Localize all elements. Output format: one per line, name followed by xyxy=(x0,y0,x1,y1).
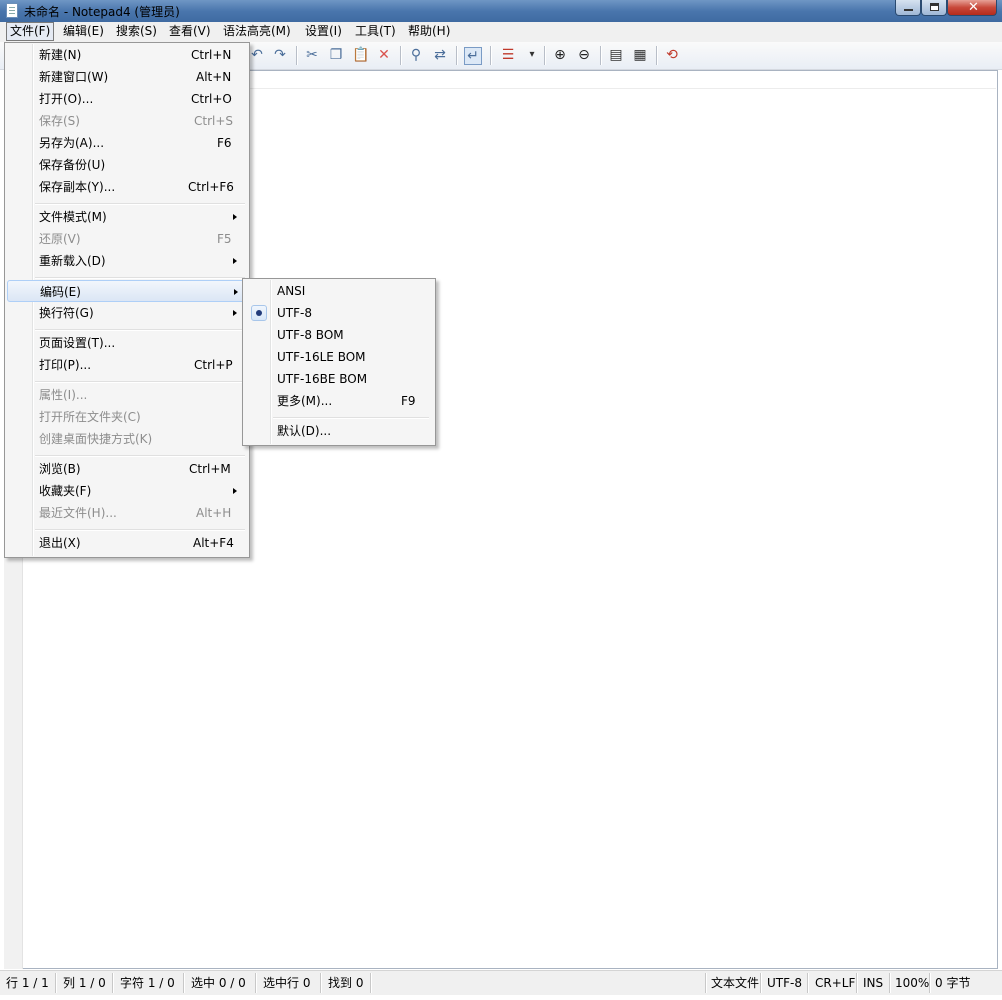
menu-item-properties[interactable]: 属性(I)... xyxy=(7,384,247,406)
menu-item-line-ending[interactable]: 换行符(G) xyxy=(7,302,247,324)
menu-item-reload[interactable]: 重新载入(D) xyxy=(7,250,247,272)
menu-item-recent-files[interactable]: 最近文件(H)... Alt+H xyxy=(7,502,247,524)
file-menu: 新建(N) Ctrl+N 新建窗口(W) Alt+N 打开(O)... Ctrl+O … xyxy=(4,42,250,558)
find-icon[interactable]: ⚲ xyxy=(408,47,424,63)
zoom-in-icon[interactable]: ⊕ xyxy=(552,47,568,63)
status-insert-mode[interactable]: INS xyxy=(863,975,883,991)
menu-item-browse[interactable]: 浏览(B) Ctrl+M xyxy=(7,458,247,480)
status-line-ending[interactable]: CR+LF xyxy=(815,975,855,991)
close-button[interactable]: ✕ xyxy=(947,0,997,16)
dropdown-icon[interactable]: ▾ xyxy=(524,47,540,63)
submenu-arrow-icon xyxy=(233,310,237,316)
submenu-arrow-icon xyxy=(233,214,237,220)
encoding-utf16le-bom[interactable]: UTF-16LE BOM xyxy=(245,346,433,368)
status-bar: 行 1 / 1 列 1 / 0 字符 1 / 0 选中 0 / 0 选中行 0 … xyxy=(0,970,1002,995)
encoding-utf8-bom[interactable]: UTF-8 BOM xyxy=(245,324,433,346)
window-title: 未命名 - Notepad4 (管理员) xyxy=(24,5,180,19)
encoding-utf16be-bom[interactable]: UTF-16BE BOM xyxy=(245,368,433,390)
menu-bar: 文件(F) 编辑(E) 搜索(S) 查看(V) 语法高亮(M) 设置(I) 工具… xyxy=(0,22,1002,43)
settings-icon[interactable]: ▦ xyxy=(632,47,648,63)
menu-help[interactable]: 帮助(H) xyxy=(405,23,453,40)
menu-search[interactable]: 搜索(S) xyxy=(113,23,160,40)
exit-icon[interactable]: ⟲ xyxy=(664,47,680,63)
status-zoom[interactable]: 100% xyxy=(895,975,929,991)
submenu-arrow-icon xyxy=(233,258,237,264)
menu-item-save-as[interactable]: 另存为(A)... F6 xyxy=(7,132,247,154)
encoding-submenu: ANSI UTF-8 UTF-8 BOM UTF-16LE BOM UTF-16… xyxy=(242,278,436,446)
menu-edit[interactable]: 编辑(E) xyxy=(60,23,107,40)
menu-tools[interactable]: 工具(T) xyxy=(352,23,399,40)
submenu-arrow-icon xyxy=(234,289,238,295)
replace-icon[interactable]: ⇄ xyxy=(432,47,448,63)
menu-file[interactable]: 文件(F) xyxy=(6,22,55,41)
menu-item-file-mode[interactable]: 文件模式(M) xyxy=(7,206,247,228)
redo-icon[interactable]: ↷ xyxy=(272,47,288,63)
menu-item-open-folder[interactable]: 打开所在文件夹(C) xyxy=(7,406,247,428)
encoding-default[interactable]: 默认(D)... xyxy=(245,420,433,442)
menu-item-encoding[interactable]: 编码(E) xyxy=(7,280,247,302)
menu-item-save[interactable]: 保存(S) Ctrl+S xyxy=(7,110,247,132)
status-column: 列 1 / 0 xyxy=(63,976,106,990)
status-file-type[interactable]: 文本文件 xyxy=(711,975,759,991)
menu-item-desktop-shortcut[interactable]: 创建桌面快捷方式(K) xyxy=(7,428,247,450)
maximize-icon xyxy=(930,3,939,11)
menu-item-revert[interactable]: 还原(V) F5 xyxy=(7,228,247,250)
status-char: 字符 1 / 0 xyxy=(120,976,175,990)
menu-item-new[interactable]: 新建(N) Ctrl+N xyxy=(7,44,247,66)
menu-item-page-setup[interactable]: 页面设置(T)... xyxy=(7,332,247,354)
title-bar: 未命名 - Notepad4 (管理员) ✕ xyxy=(0,0,1002,22)
status-encoding[interactable]: UTF-8 xyxy=(767,975,802,991)
word-wrap-icon[interactable]: ↵ xyxy=(464,47,482,65)
cut-icon[interactable]: ✂ xyxy=(304,47,320,63)
menu-item-save-backup[interactable]: 保存备份(U) xyxy=(7,154,247,176)
status-found: 找到 0 xyxy=(328,976,364,990)
status-selection: 选中 0 / 0 xyxy=(191,976,246,990)
menu-syntax[interactable]: 语法高亮(M) xyxy=(220,23,294,40)
scheme-icon[interactable]: ☰ xyxy=(500,47,516,63)
view-icon[interactable]: ▤ xyxy=(608,47,624,63)
menu-view[interactable]: 查看(V) xyxy=(166,23,214,40)
radio-selected-icon xyxy=(251,305,267,321)
close-icon: ✕ xyxy=(968,0,979,15)
menu-item-save-copy[interactable]: 保存副本(Y)... Ctrl+F6 xyxy=(7,176,247,198)
status-size: 0 字节 xyxy=(935,976,971,990)
zoom-out-icon[interactable]: ⊖ xyxy=(576,47,592,63)
minimize-icon xyxy=(904,9,913,11)
menu-item-new-window[interactable]: 新建窗口(W) Alt+N xyxy=(7,66,247,88)
menu-item-exit[interactable]: 退出(X) Alt+F4 xyxy=(7,532,247,554)
minimize-button[interactable] xyxy=(895,0,921,16)
paste-icon[interactable]: 📋 xyxy=(352,47,369,63)
encoding-more[interactable]: 更多(M)... F9 xyxy=(245,390,433,412)
submenu-arrow-icon xyxy=(233,488,237,494)
maximize-button[interactable] xyxy=(921,0,947,16)
menu-item-favorites[interactable]: 收藏夹(F) xyxy=(7,480,247,502)
encoding-utf8[interactable]: UTF-8 xyxy=(245,302,433,324)
menu-settings[interactable]: 设置(I) xyxy=(302,23,345,40)
copy-icon[interactable]: ❐ xyxy=(328,47,344,63)
undo-icon[interactable]: ↶ xyxy=(249,47,265,63)
menu-item-print[interactable]: 打印(P)... Ctrl+P xyxy=(7,354,247,376)
notepad-app-icon xyxy=(6,3,18,18)
encoding-ansi[interactable]: ANSI xyxy=(245,280,433,302)
status-selected-lines: 选中行 0 xyxy=(263,976,311,990)
menu-item-open[interactable]: 打开(O)... Ctrl+O xyxy=(7,88,247,110)
status-line: 行 1 / 1 xyxy=(6,976,49,990)
delete-icon[interactable]: ✕ xyxy=(376,47,392,63)
